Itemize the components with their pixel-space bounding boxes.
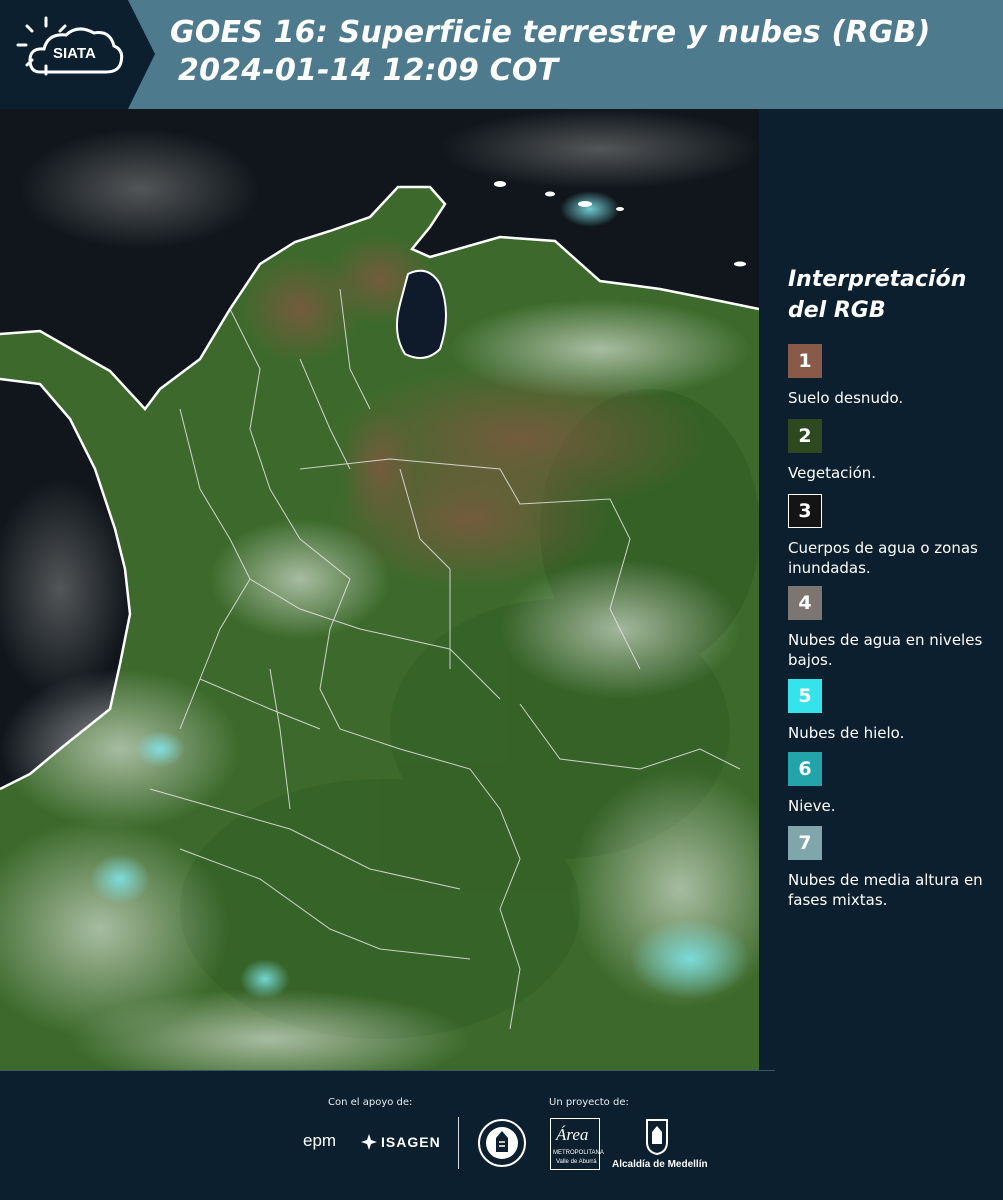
- footer: Con el apoyo de: Un proyecto de: epm ISA…: [0, 1070, 1003, 1200]
- sponsor-divider: [458, 1117, 459, 1169]
- legend-swatch: 4: [788, 586, 822, 620]
- legend-swatch: 3: [788, 494, 822, 528]
- alcaldia-shield-icon: [646, 1119, 668, 1156]
- isagen-icon: [361, 1134, 377, 1150]
- epm-logo: epm: [303, 1131, 337, 1150]
- footer-divider-line: [0, 1070, 775, 1071]
- map-canvas: [0, 109, 759, 1070]
- legend-title-line2: del RGB: [788, 298, 886, 323]
- legend-swatch: 5: [788, 679, 822, 713]
- title-product: GOES 16: Superficie terrestre y nubes (R…: [170, 15, 931, 50]
- title-timestamp: 2024-01-14 12:09 COT: [178, 53, 559, 88]
- legend-label: Suelo desnudo.: [788, 389, 904, 407]
- page-title: GOES 16: Superficie terrestre y nubes (R…: [170, 14, 931, 90]
- legend-swatch: 1: [788, 344, 822, 378]
- legend-title-line1: Interpretación: [788, 267, 967, 292]
- legend-label: Vegetación.: [788, 464, 877, 482]
- medellin-seal-icon: [478, 1119, 526, 1167]
- legend-swatch: 6: [788, 752, 822, 786]
- legend-label: Nubes de hielo.: [788, 724, 905, 742]
- legend-label: Nieve.: [788, 797, 836, 815]
- legend-swatch: 2: [788, 419, 822, 453]
- legend-item: 3 Cuerpos de agua o zonas inundadas.: [788, 494, 998, 578]
- legend-item: 2 Vegetación.: [788, 419, 998, 483]
- legend-swatch: 7: [788, 826, 822, 860]
- area-logo-text: Área: [556, 1125, 589, 1144]
- legend-item: 4 Nubes de agua en niveles bajos.: [788, 586, 998, 670]
- legend-panel: Interpretación del RGB 1 Suelo desnudo. 2 V…: [759, 109, 1003, 1070]
- area-metropolitana-logo: Área METROPOLITANA Valle de Aburrá: [550, 1118, 604, 1170]
- legend-item: 5 Nubes de hielo.: [788, 679, 998, 743]
- legend-label: Nubes de media altura en fases mixtas.: [788, 871, 983, 909]
- area-logo-subtext: METROPOLITANA: [553, 1150, 604, 1156]
- isagen-logo: ISAGEN: [381, 1134, 441, 1150]
- siata-logo: SIATA: [0, 0, 155, 109]
- legend-label: Nubes de agua en niveles bajos.: [788, 631, 983, 669]
- legend-label: Cuerpos de agua o zonas inundadas.: [788, 539, 978, 577]
- satellite-map[interactable]: [0, 109, 759, 1070]
- legend-item: 7 Nubes de media altura en fases mixtas.: [788, 826, 998, 910]
- area-logo-subtext2: Valle de Aburrá: [556, 1159, 597, 1165]
- project-label: Un proyecto de:: [549, 1097, 629, 1108]
- legend-title: Interpretación del RGB: [788, 264, 966, 326]
- support-label: Con el apoyo de:: [328, 1097, 413, 1108]
- legend-item: 6 Nieve.: [788, 752, 998, 816]
- logo-text: SIATA: [53, 45, 96, 62]
- header-bar: SIATA GOES 16: Superficie terrestre y nu…: [0, 0, 1003, 109]
- alcaldia-logo: Alcaldía de Medellín: [612, 1159, 708, 1170]
- legend-item: 1 Suelo desnudo.: [788, 344, 998, 408]
